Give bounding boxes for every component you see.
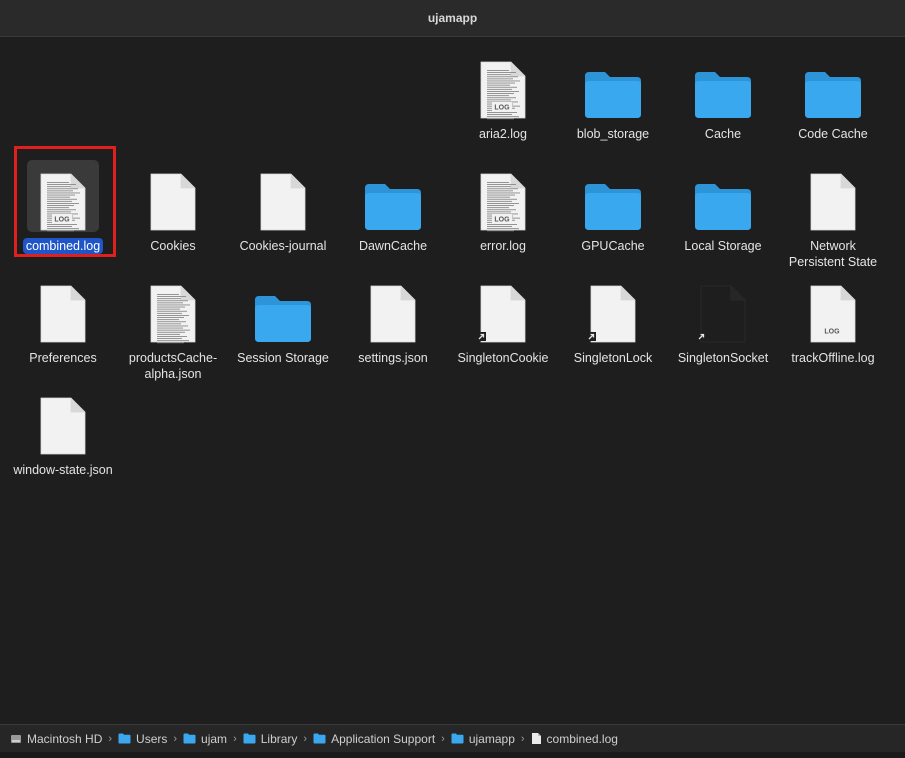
file-item[interactable]: Code Cache [778, 48, 888, 143]
alias-file-icon [577, 272, 649, 344]
folder-icon [118, 733, 131, 744]
file-item-label: Local Storage [684, 239, 762, 253]
file-item-label: GPUCache [581, 239, 645, 253]
breadcrumb-item[interactable]: Application Support [313, 732, 435, 746]
file-item[interactable]: productsCache-alpha.json [118, 272, 228, 383]
document-icon [247, 160, 319, 232]
json-file-icon [137, 272, 209, 344]
file-item[interactable]: blob_storage [558, 48, 668, 143]
file-item-label: DawnCache [358, 239, 428, 253]
alias-file-icon [687, 272, 759, 344]
file-item-label: Session Storage [237, 351, 329, 365]
document-icon [357, 272, 429, 344]
document-icon [797, 160, 869, 232]
breadcrumb-item[interactable]: Macintosh HD [10, 732, 102, 746]
disk-icon [10, 733, 22, 745]
folder-icon [577, 160, 649, 232]
file-item-label: SingletonSocket [677, 351, 769, 365]
file-item[interactable]: LOG aria2.log [448, 48, 558, 143]
window-titlebar[interactable]: ujamapp [0, 0, 905, 37]
file-item[interactable]: DawnCache [338, 160, 448, 255]
file-item[interactable]: SingletonLock [558, 272, 668, 367]
folder-icon [687, 48, 759, 120]
file-item[interactable]: LOG error.log [448, 160, 558, 255]
file-item-label: Code Cache [798, 127, 868, 141]
breadcrumb-label: Users [136, 731, 168, 746]
svg-text:LOG: LOG [824, 329, 840, 336]
log-file-icon: LOG [467, 160, 539, 232]
svg-text:LOG: LOG [494, 105, 510, 112]
folder-icon [313, 733, 326, 744]
file-item[interactable]: Preferences [8, 272, 118, 367]
folder-icon [797, 48, 869, 120]
file-icon [531, 732, 542, 745]
file-item-label: blob_storage [576, 127, 650, 141]
document-icon [27, 272, 99, 344]
file-item[interactable]: GPUCache [558, 160, 668, 255]
path-bar: Macintosh HD › Users › ujam › Library › Applicat… [0, 724, 905, 752]
file-item[interactable]: window-state.json [8, 384, 118, 479]
file-item-label: aria2.log [479, 127, 527, 141]
file-item[interactable]: Cache [668, 48, 778, 143]
breadcrumb-item[interactable]: ujam [183, 732, 227, 746]
alias-file-icon [467, 272, 539, 344]
file-item-label: trackOffline.log [791, 351, 875, 365]
log-file-icon: LOG [797, 272, 869, 344]
file-item[interactable]: Network Persistent State [778, 160, 888, 271]
file-item[interactable]: SingletonCookie [448, 272, 558, 367]
breadcrumb-separator-icon: › [173, 732, 178, 745]
folder-icon [451, 733, 464, 744]
file-item-label: settings.json [358, 351, 428, 365]
svg-text:LOG: LOG [54, 217, 70, 224]
file-item-label: Network Persistent State [788, 239, 878, 269]
file-item-label: Cookies-journal [239, 239, 327, 253]
window-bottom-edge [0, 752, 905, 758]
file-item-label: error.log [480, 239, 526, 253]
file-grid: LOG aria2.log blob_storage Cache Code Ca… [0, 37, 905, 723]
file-item[interactable]: Cookies [118, 160, 228, 255]
file-item-label: Preferences [29, 351, 97, 365]
breadcrumb-item[interactable]: Library [243, 731, 298, 746]
svg-text:LOG: LOG [494, 217, 510, 224]
breadcrumb-label: ujamapp [468, 731, 515, 746]
breadcrumb-label: combined.log [546, 731, 618, 746]
file-item-label: SingletonLock [573, 351, 653, 365]
folder-icon [243, 733, 256, 744]
breadcrumb-item[interactable]: ujamapp [451, 732, 515, 746]
file-item-label: window-state.json [13, 463, 113, 477]
file-item[interactable]: Cookies-journal [228, 160, 338, 255]
folder-icon [577, 48, 649, 120]
breadcrumb-label: Application Support [331, 731, 436, 746]
document-icon [27, 384, 99, 456]
breadcrumb-item[interactable]: Users [118, 732, 167, 746]
file-item[interactable]: Local Storage [668, 160, 778, 255]
window-title: ujamapp [427, 11, 478, 25]
breadcrumb-separator-icon: › [233, 732, 237, 745]
file-item-label: SingletonCookie [457, 351, 549, 365]
file-item[interactable]: settings.json [338, 272, 448, 367]
breadcrumb-separator-icon: › [303, 732, 308, 745]
log-file-icon: LOG [467, 48, 539, 120]
file-item-label: combined.log [22, 238, 104, 254]
breadcrumb-separator-icon: › [520, 732, 525, 745]
file-item[interactable]: Session Storage [228, 272, 338, 367]
breadcrumb-item[interactable]: combined.log [531, 732, 618, 746]
file-item[interactable]: SingletonSocket [668, 272, 778, 367]
folder-icon [687, 160, 759, 232]
file-item-label: Cache [704, 127, 742, 141]
log-file-icon: LOG [27, 160, 99, 232]
document-icon [137, 160, 209, 232]
breadcrumb-label: ujam [201, 731, 228, 746]
file-item-label: Cookies [150, 239, 196, 253]
breadcrumb-separator-icon: › [441, 732, 445, 745]
folder-icon [357, 160, 429, 232]
folder-icon [183, 733, 196, 744]
breadcrumb-label: Macintosh HD [27, 731, 103, 746]
folder-icon [247, 272, 319, 344]
breadcrumb-label: Library [260, 731, 298, 746]
file-item[interactable]: LOG combined.log [8, 160, 118, 255]
file-item-label: productsCache-alpha.json [128, 351, 218, 381]
breadcrumb-separator-icon: › [108, 732, 113, 745]
file-item[interactable]: LOG trackOffline.log [778, 272, 888, 367]
